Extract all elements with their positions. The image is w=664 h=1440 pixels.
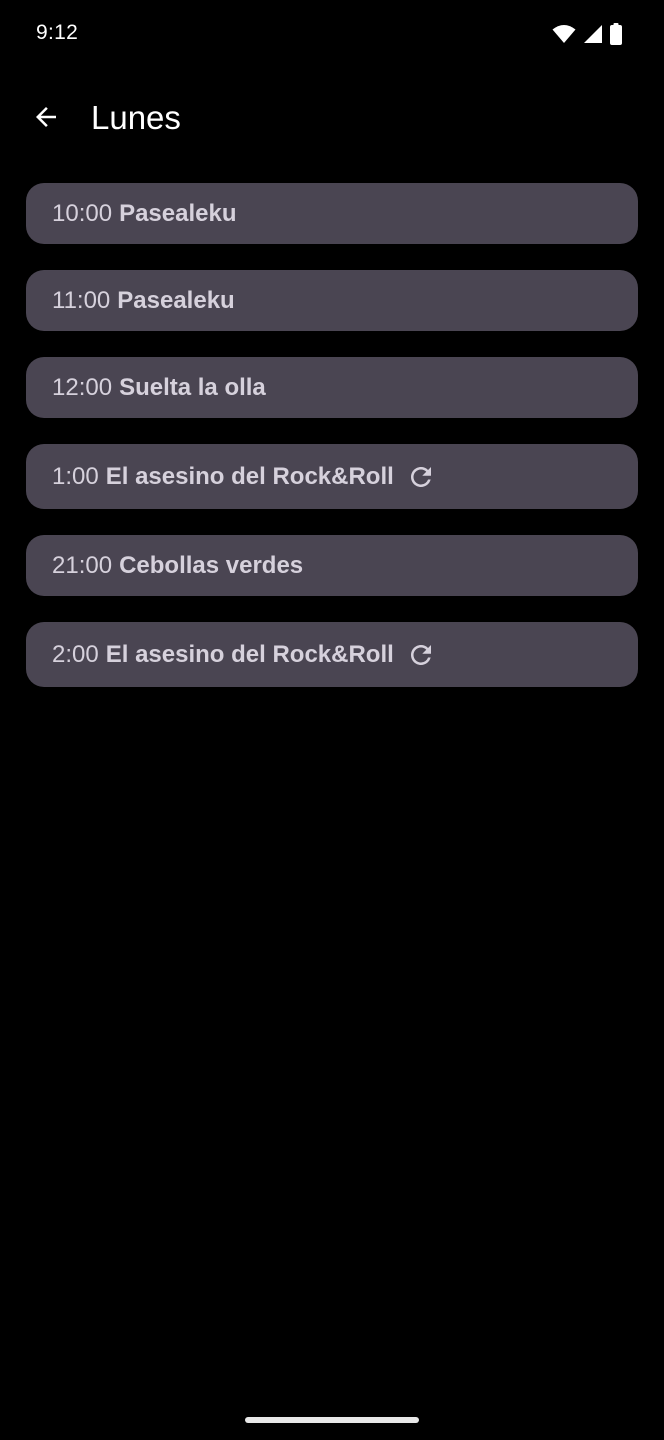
item-title: Pasealeku [117, 286, 235, 314]
repeat-icon [406, 640, 436, 670]
item-time: 1:00 [52, 462, 99, 490]
back-button[interactable] [22, 95, 70, 143]
item-title: Cebollas verdes [119, 551, 304, 579]
item-time: 12:00 [52, 373, 113, 401]
screen: 9:12 Lunes 10:00 Pasealeku 11:00 Paseale… [0, 0, 664, 1440]
schedule-list: 10:00 Pasealeku 11:00 Pasealeku 12:00 Su… [26, 183, 638, 713]
schedule-item[interactable]: 12:00 Suelta la olla [26, 357, 638, 418]
schedule-item[interactable]: 2:00 El asesino del Rock&Roll [26, 622, 638, 687]
schedule-item[interactable]: 21:00 Cebollas verdes [26, 535, 638, 596]
schedule-item[interactable]: 11:00 Pasealeku [26, 270, 638, 331]
status-bar: 9:12 [0, 0, 664, 68]
gesture-bar[interactable] [245, 1417, 419, 1423]
status-icons [552, 23, 622, 50]
schedule-item[interactable]: 1:00 El asesino del Rock&Roll [26, 444, 638, 509]
arrow-back-icon [31, 102, 61, 137]
item-title: El asesino del Rock&Roll [105, 462, 394, 490]
battery-icon [610, 23, 622, 50]
app-bar: Lunes [0, 80, 664, 160]
item-time: 10:00 [52, 199, 113, 227]
item-title: Suelta la olla [119, 373, 266, 401]
wifi-icon [552, 24, 576, 49]
page-title: Lunes [91, 99, 181, 136]
status-time: 9:12 [36, 21, 79, 44]
item-time: 11:00 [52, 286, 111, 314]
cell-signal-icon [583, 24, 603, 49]
item-title: El asesino del Rock&Roll [105, 640, 394, 668]
item-time: 21:00 [52, 551, 113, 579]
item-time: 2:00 [52, 640, 99, 668]
item-title: Pasealeku [119, 199, 237, 227]
schedule-item[interactable]: 10:00 Pasealeku [26, 183, 638, 244]
repeat-icon [406, 462, 436, 492]
